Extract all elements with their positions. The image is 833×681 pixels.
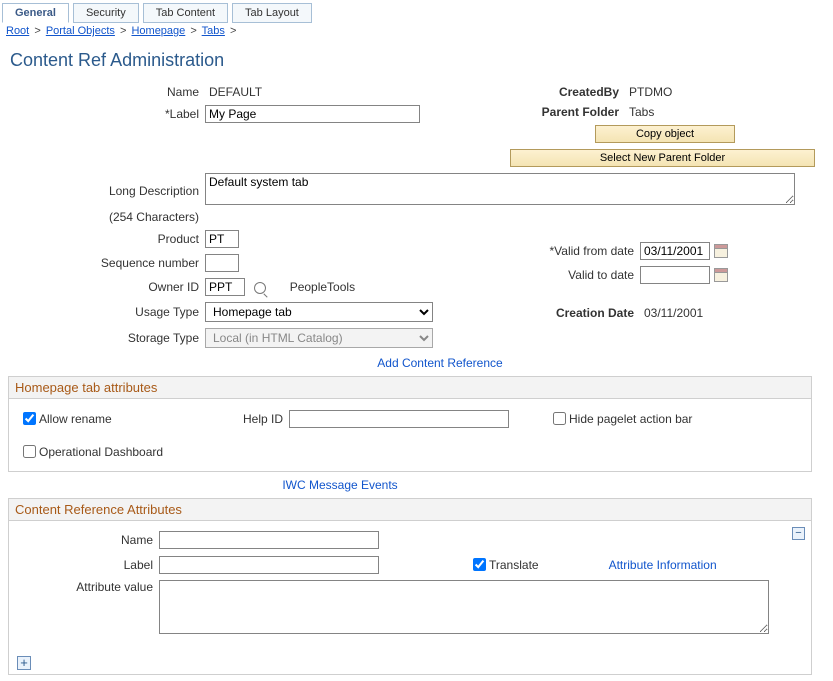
attr-name-input[interactable]	[159, 531, 379, 549]
ownerid-input[interactable]	[205, 278, 245, 296]
calendar-icon[interactable]	[714, 268, 728, 282]
validfrom-input[interactable]	[640, 242, 710, 260]
helpid-label: Help ID	[229, 412, 289, 426]
seqnum-input[interactable]	[205, 254, 239, 272]
helpid-input[interactable]	[289, 410, 509, 428]
tab-security[interactable]: Security	[73, 3, 139, 23]
creationdate-label: Creation Date	[510, 306, 640, 320]
hide-actionbar-checkbox[interactable]	[553, 412, 566, 425]
longdesc-label: Long Description	[109, 184, 199, 198]
charcount-note: (254 Characters)	[0, 210, 205, 224]
name-label: Name	[0, 85, 205, 99]
ownerid-lookup-icon[interactable]	[254, 282, 266, 294]
operational-dashboard-label: Operational Dashboard	[39, 445, 163, 459]
content-reference-attributes-group: Content Reference Attributes − Name Labe…	[8, 498, 812, 675]
attr-label-input[interactable]	[159, 556, 379, 574]
creationdate-value: 03/11/2001	[640, 306, 703, 320]
label-label: *Label	[0, 107, 205, 121]
crumb-root[interactable]: Root	[6, 25, 29, 37]
homepage-attrs-header: Homepage tab attributes	[9, 377, 811, 399]
calendar-icon[interactable]	[714, 244, 728, 258]
add-row-icon[interactable]: +	[17, 656, 31, 670]
crumb-portal-objects[interactable]: Portal Objects	[46, 25, 115, 37]
cref-attrs-header: Content Reference Attributes	[9, 499, 811, 521]
select-parent-button[interactable]: Select New Parent Folder	[510, 149, 815, 167]
add-cref-link[interactable]: Add Content Reference	[377, 356, 502, 370]
validfrom-label: *Valid from date	[510, 244, 640, 258]
attr-value-label: Attribute value	[19, 580, 159, 594]
name-value: DEFAULT	[205, 85, 262, 99]
usagetype-label: Usage Type	[0, 305, 205, 319]
label-input[interactable]	[205, 105, 420, 123]
parentfolder-value: Tabs	[625, 105, 654, 119]
attribute-information-link[interactable]: Attribute Information	[609, 558, 717, 572]
createdby-value: PTDMO	[625, 85, 672, 99]
allow-rename-checkbox[interactable]	[23, 412, 36, 425]
product-input[interactable]	[205, 230, 239, 248]
validto-label: Valid to date	[510, 268, 640, 282]
crumb-tabs[interactable]: Tabs	[202, 25, 225, 37]
product-label: Product	[0, 232, 205, 246]
tab-layout[interactable]: Tab Layout	[232, 3, 312, 23]
page-tabs: General Security Tab Content Tab Layout	[0, 0, 833, 22]
usagetype-select[interactable]: Homepage tab	[205, 302, 433, 322]
crumb-homepage[interactable]: Homepage	[131, 25, 185, 37]
attr-value-input[interactable]	[159, 580, 769, 634]
parentfolder-label: Parent Folder	[510, 105, 625, 119]
createdby-label: CreatedBy	[510, 85, 625, 99]
ownerid-desc: PeopleTools	[286, 280, 355, 294]
page-title: Content Ref Administration	[10, 50, 833, 71]
attr-name-label: Name	[19, 533, 159, 547]
hide-actionbar-label: Hide pagelet action bar	[569, 412, 692, 426]
attr-label-label: Label	[19, 558, 159, 572]
operational-dashboard-checkbox[interactable]	[23, 445, 36, 458]
allow-rename-label: Allow rename	[39, 412, 112, 426]
tab-content[interactable]: Tab Content	[143, 3, 228, 23]
breadcrumb: Root > Portal Objects > Homepage > Tabs …	[0, 22, 833, 40]
homepage-tab-attributes-group: Homepage tab attributes Allow rename Hel…	[8, 376, 812, 472]
storagetype-label: Storage Type	[0, 331, 205, 345]
longdesc-input[interactable]	[205, 173, 795, 205]
seqnum-label: Sequence number	[0, 256, 205, 270]
tab-general[interactable]: General	[2, 3, 69, 23]
translate-checkbox[interactable]	[473, 558, 486, 571]
storagetype-select: Local (in HTML Catalog)	[205, 328, 433, 348]
collapse-icon[interactable]: −	[792, 527, 805, 540]
validto-input[interactable]	[640, 266, 710, 284]
translate-label: Translate	[489, 558, 539, 572]
iwc-link[interactable]: IWC Message Events	[282, 478, 397, 492]
copy-object-button[interactable]: Copy object	[595, 125, 735, 143]
ownerid-label: Owner ID	[0, 280, 205, 294]
